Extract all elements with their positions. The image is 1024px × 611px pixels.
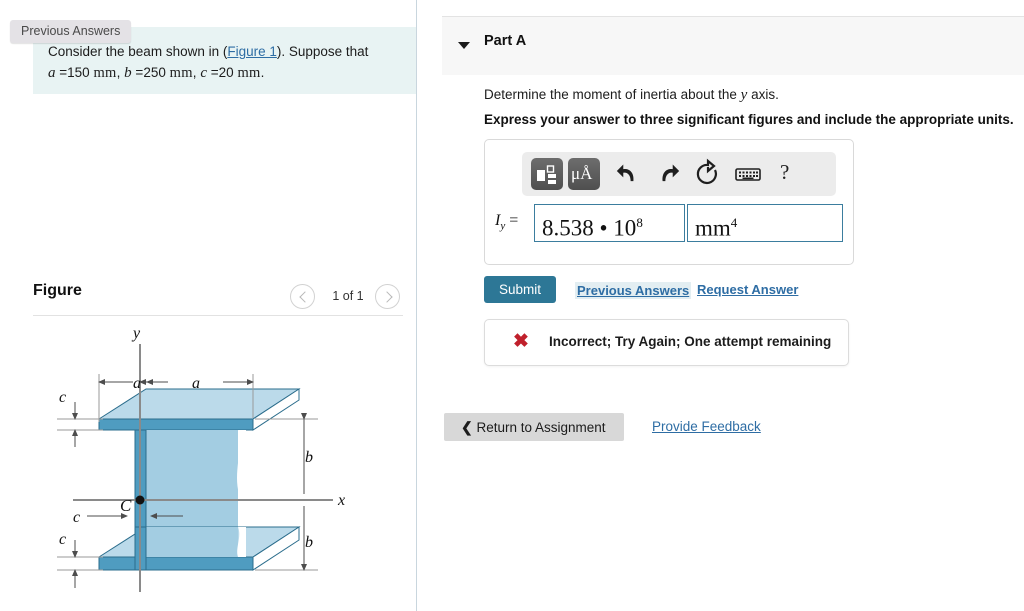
top-flange-front-face	[98, 418, 254, 431]
answer-units-exponent: 4	[730, 215, 738, 230]
given-c-unit: mm	[237, 65, 261, 81]
given-a-var: a	[48, 65, 56, 81]
answer-equals: =	[509, 212, 519, 229]
web-lower-inner	[146, 527, 238, 557]
given-a-eq: =	[59, 65, 68, 80]
previous-answers-link[interactable]: Previous Answers	[575, 282, 692, 299]
question-axis-var: y	[740, 87, 748, 103]
question-text: Determine the moment of inertia about th…	[484, 87, 779, 103]
reset-icon[interactable]	[692, 158, 724, 190]
y-axis-label: y	[131, 325, 141, 342]
answer-units-base: mm	[695, 215, 731, 241]
provide-feedback-link[interactable]: Provide Feedback	[652, 419, 761, 434]
caret-down-icon[interactable]	[458, 42, 470, 49]
previous-answers-badge: Previous Answers	[10, 20, 132, 43]
answer-subscript: y	[500, 220, 506, 233]
answer-units-input[interactable]: mm4	[687, 204, 843, 242]
problem-suffix: ). Suppose that	[276, 44, 369, 59]
answer-card: μÅ ? Iy = 8.538 • 108 mm4	[484, 139, 854, 265]
given-c-eq: =	[210, 65, 219, 80]
instruction-text: Express your answer to three significant…	[484, 112, 1014, 127]
x-mark-icon: ✖	[513, 331, 529, 352]
centroid-point	[135, 495, 145, 505]
c-web-label: c	[73, 509, 80, 526]
given-a-value: 150	[67, 65, 90, 80]
feedback-message: Incorrect; Try Again; One attempt remain…	[549, 334, 832, 349]
b-upper-label: b	[305, 449, 313, 466]
given-a-sep: ,	[116, 65, 121, 80]
given-b-var: b	[124, 65, 132, 81]
given-c-sep: .	[260, 65, 265, 80]
help-icon-label: ?	[780, 160, 790, 184]
units-icon-label: μÅ	[571, 164, 593, 183]
given-b-unit: mm	[169, 65, 193, 81]
math-toolbar: μÅ ?	[522, 152, 836, 196]
chevron-left-icon: ❮	[461, 419, 473, 435]
given-c-value: 20	[218, 65, 234, 80]
figure-1-link[interactable]: Figure 1	[227, 44, 277, 59]
submit-button[interactable]: Submit	[484, 276, 556, 303]
given-c-var: c	[200, 65, 207, 81]
part-a-title: Part A	[484, 33, 527, 49]
answer-symbol-label: Iy =	[495, 212, 518, 232]
keyboard-icon[interactable]	[732, 158, 764, 190]
answer-value-input[interactable]: 8.538 • 108	[534, 204, 685, 242]
part-a-header[interactable]: Part A	[442, 16, 1024, 75]
page-root: Previous Answers Consider the beam shown…	[0, 0, 1024, 611]
ibeam-cross-section-figure: y x C a a c c c b b	[57, 325, 345, 592]
figure-counter: 1 of 1	[332, 289, 364, 303]
given-b-value: 250	[143, 65, 166, 80]
a-left-label: a	[133, 375, 141, 392]
request-answer-link[interactable]: Request Answer	[697, 282, 798, 297]
given-a-unit: mm	[93, 65, 117, 81]
units-micro-angstrom-icon[interactable]: μÅ	[568, 158, 600, 190]
figure-section-title: Figure	[33, 282, 82, 299]
feedback-banner: ✖ Incorrect; Try Again; One attempt rema…	[484, 319, 849, 366]
answer-value-exponent: 8	[636, 215, 643, 230]
b-lower-label: b	[305, 534, 313, 551]
bottom-flange-front-face	[98, 556, 254, 571]
figure-prev-button[interactable]	[290, 284, 315, 309]
problem-statement-text: Consider the beam shown in (Figure 1). S…	[48, 41, 388, 84]
left-pane: Previous Answers Consider the beam shown…	[0, 0, 416, 611]
template-glyph	[537, 165, 556, 184]
right-pane: Part A Determine the moment of inertia a…	[417, 0, 1024, 611]
given-b-sep: ,	[192, 65, 197, 80]
a-right-label: a	[192, 375, 200, 392]
problem-prefix: Consider the beam shown in (	[48, 44, 228, 59]
redo-icon[interactable]	[652, 158, 684, 190]
undo-icon[interactable]	[612, 158, 644, 190]
answer-value-mantissa: 8.538 • 10	[542, 215, 637, 241]
figure-navigation: 1 of 1	[290, 284, 400, 310]
c-bottom-label: c	[59, 531, 66, 548]
help-icon[interactable]: ?	[772, 158, 804, 190]
return-label: Return to Assignment	[476, 419, 606, 435]
figure-next-button[interactable]	[375, 284, 400, 309]
template-icon[interactable]	[531, 158, 563, 190]
c-top-label: c	[59, 389, 66, 406]
figure-divider	[33, 315, 403, 316]
x-axis-label: x	[337, 492, 345, 509]
centroid-label: C	[120, 496, 132, 515]
